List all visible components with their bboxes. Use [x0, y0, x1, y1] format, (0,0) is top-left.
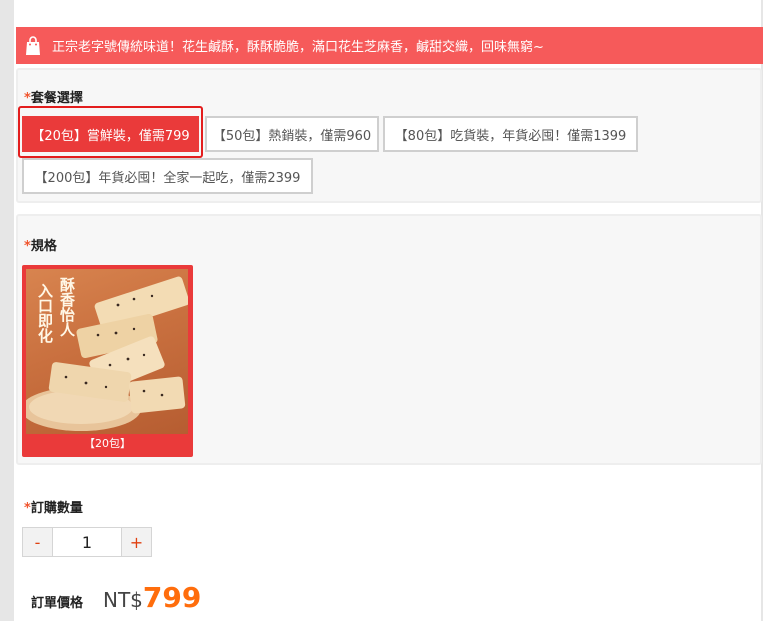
package-option-label: 【20包】嘗鮮裝，僅需799 [31, 128, 190, 144]
left-gutter [0, 0, 14, 621]
package-option-label: 【200包】年貨必囤！全家一起吃，僅需2399 [34, 170, 301, 186]
product-image: 酥香怡人 入口即化 [26, 269, 188, 434]
required-mark: * [24, 501, 31, 516]
image-text-left: 入口即化 [36, 283, 54, 343]
banner-text: 正宗老字號傳統味道！花生鹹酥，酥酥脆脆，滿口花生芝麻香，鹹甜交織，回味無窮~ [52, 40, 544, 55]
spec-label: *規格 [24, 235, 57, 254]
package-label-text: 套餐選擇 [30, 91, 83, 106]
price-amount: 799 [142, 581, 202, 614]
quantity-increase-button[interactable]: + [122, 528, 151, 556]
required-mark: * [24, 239, 31, 254]
package-option-20[interactable]: 【20包】嘗鮮裝，僅需799 [22, 116, 199, 152]
package-option-50[interactable]: 【50包】熱銷裝，僅需960 [205, 116, 379, 152]
package-option-200[interactable]: 【200包】年貨必囤！全家一起吃，僅需2399 [22, 158, 313, 194]
shopping-bag-icon [26, 35, 40, 55]
quantity-label-text: 訂購數量 [30, 501, 83, 516]
image-text-right: 酥香怡人 [58, 277, 76, 337]
quantity-input[interactable]: 1 [52, 528, 122, 556]
quantity-stepper: - 1 + [22, 527, 152, 557]
quantity-decrease-button[interactable]: - [23, 528, 52, 556]
package-option-label: 【80包】吃貨裝，年貨必囤！僅需1399 [394, 128, 627, 144]
package-label: *套餐選擇 [24, 87, 83, 106]
spec-label-text: 規格 [30, 239, 57, 254]
quantity-label: *訂購數量 [24, 497, 83, 516]
promo-banner: 正宗老字號傳統味道！花生鹹酥，酥酥脆脆，滿口花生芝麻香，鹹甜交織，回味無窮~ [16, 27, 763, 64]
required-mark: * [24, 91, 31, 106]
order-price: NT$ 799 [103, 581, 201, 614]
price-currency: NT$ [103, 588, 143, 612]
package-option-label: 【50包】熱銷裝，僅需960 [212, 128, 372, 144]
order-price-label: 訂單價格 [31, 596, 84, 611]
spec-option-caption: 【20包】 [84, 437, 131, 450]
package-option-80[interactable]: 【80包】吃貨裝，年貨必囤！僅需1399 [383, 116, 638, 152]
spec-option-card[interactable]: 酥香怡人 入口即化 【20包】 [22, 265, 193, 457]
